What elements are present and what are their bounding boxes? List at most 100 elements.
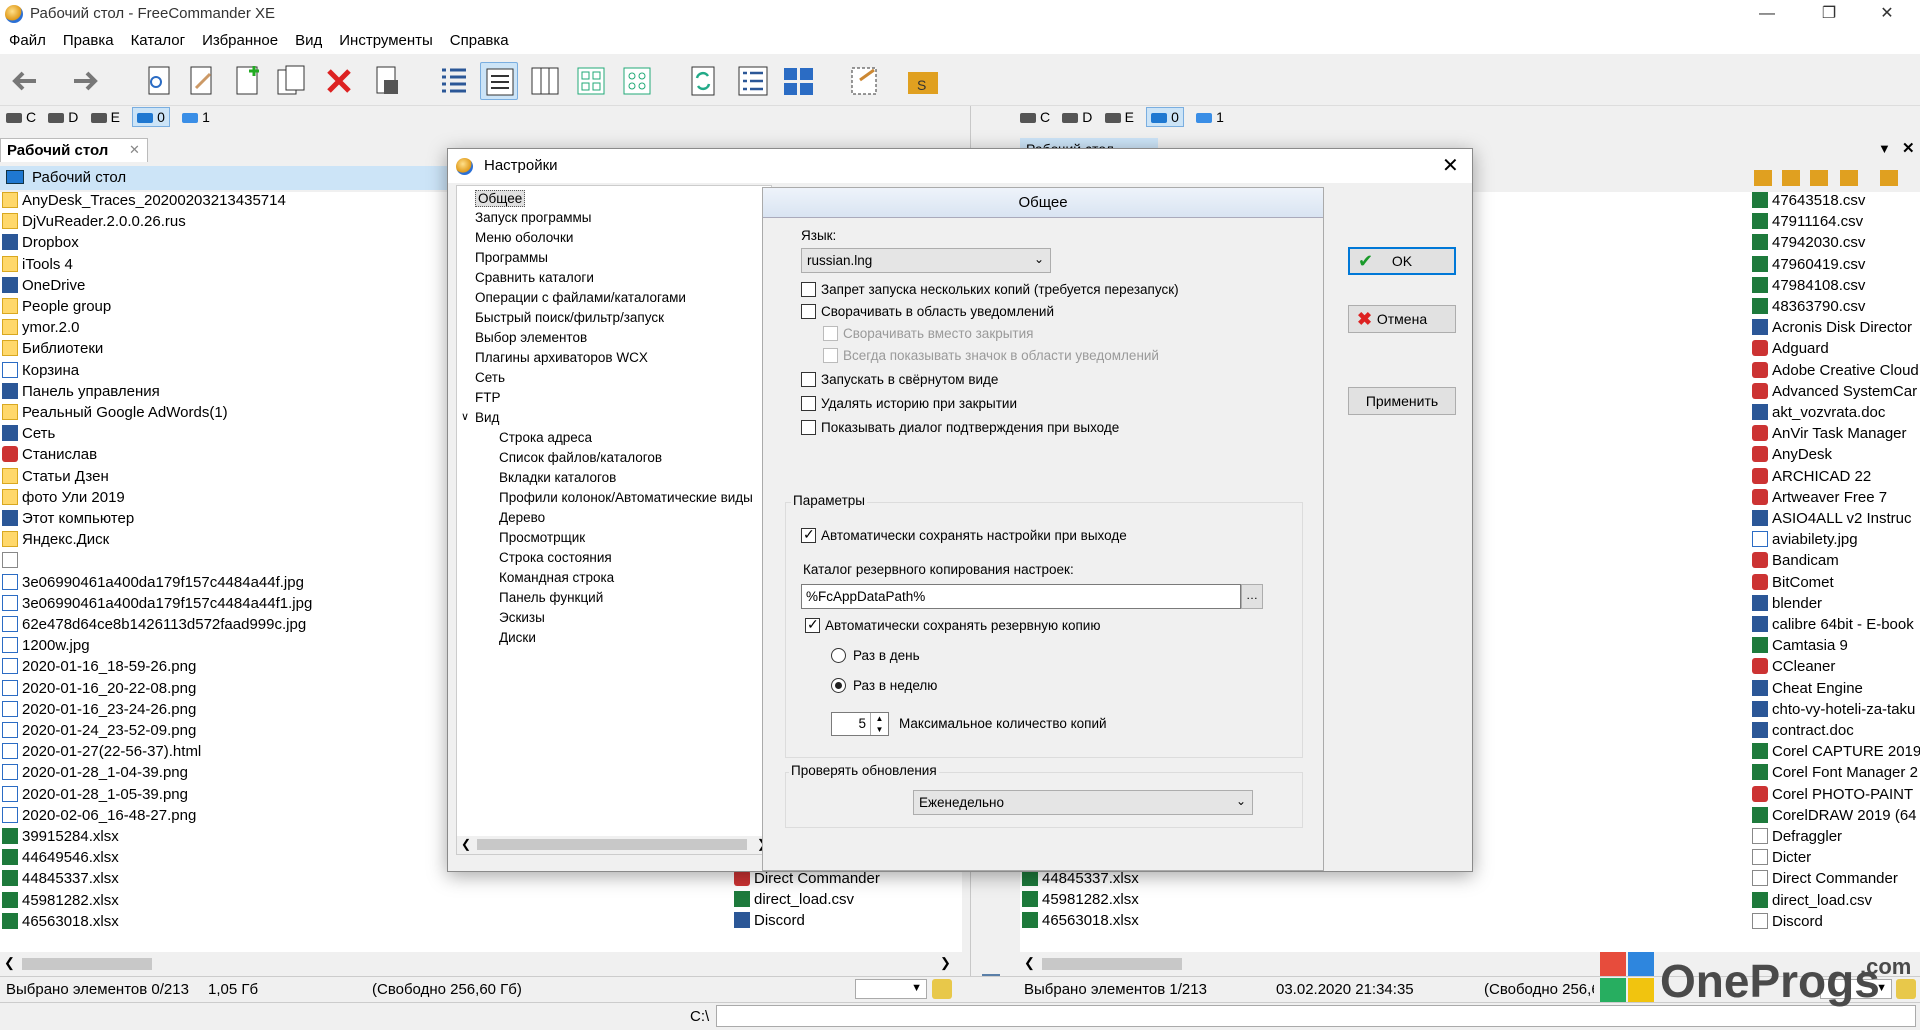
- file-item[interactable]: 44845337.xlsx: [1022, 870, 1222, 891]
- file-item[interactable]: 62e478d64ce8b1426113d572faad999c.jpg: [2, 616, 332, 637]
- backup-dir-input[interactable]: %FcAppDataPath%: [801, 584, 1241, 609]
- expand-chevron-icon[interactable]: ∨: [461, 410, 469, 423]
- option-checkbox[interactable]: [801, 396, 816, 411]
- file-item[interactable]: Direct Commander: [734, 870, 954, 891]
- file-item[interactable]: ASIO4ALL v2 Instruc: [1752, 510, 1920, 531]
- file-item[interactable]: Corel CAPTURE 2019: [1752, 743, 1920, 764]
- file-item[interactable]: ymor.2.0: [2, 319, 332, 340]
- option-checkbox[interactable]: [801, 420, 816, 435]
- file-item[interactable]: Панель управления: [2, 382, 332, 404]
- file-item[interactable]: Bandicam: [1752, 552, 1920, 573]
- menu-tools[interactable]: Инструменты: [330, 28, 441, 49]
- file-item[interactable]: DjVuReader.2.0.0.26.rus: [2, 213, 332, 234]
- file-item[interactable]: 1200w.jpg: [2, 637, 332, 658]
- file-item[interactable]: CCleaner: [1752, 658, 1920, 679]
- file-item[interactable]: akt_vozvrata.doc: [1752, 404, 1920, 425]
- file-item[interactable]: AnyDesk: [1752, 446, 1920, 467]
- thumbnails-view-icon[interactable]: [572, 62, 610, 100]
- apply-button[interactable]: Применить: [1348, 387, 1456, 415]
- file-item[interactable]: People group: [2, 298, 332, 319]
- file-item[interactable]: 3e06990461a400da179f157c4484a44f1.jpg: [2, 594, 332, 616]
- file-item[interactable]: 48363790.csv: [1752, 298, 1920, 319]
- file-item[interactable]: ARCHICAD 22: [1752, 467, 1920, 489]
- tree-node[interactable]: Сеть: [475, 370, 505, 385]
- file-item[interactable]: 44845337.xlsx: [2, 870, 332, 891]
- file-item[interactable]: 45981282.xlsx: [2, 891, 332, 913]
- radio-daily[interactable]: [831, 648, 846, 663]
- dialog-close-icon[interactable]: ✕: [1442, 153, 1459, 178]
- drive-desktop-right[interactable]: 0: [1146, 107, 1184, 127]
- drive-network-right[interactable]: 1: [1196, 106, 1224, 125]
- delete-icon[interactable]: [320, 62, 358, 100]
- command-input[interactable]: [716, 1005, 1916, 1027]
- file-item[interactable]: calibre 64bit - E-book: [1752, 616, 1920, 637]
- file-item[interactable]: 2020-01-27(22-56-37).html: [2, 743, 332, 764]
- edit-file-icon[interactable]: [182, 62, 220, 100]
- tree-node[interactable]: Программы: [475, 250, 548, 265]
- file-item[interactable]: Станислав: [2, 446, 332, 467]
- tree-node[interactable]: Операции с файлами/каталогами: [475, 290, 686, 305]
- tree-node[interactable]: Выбор элементов: [475, 330, 587, 345]
- file-item[interactable]: blender: [1752, 594, 1920, 616]
- folder-copy-icon[interactable]: [1880, 170, 1898, 186]
- left-filter-combo[interactable]: ▼: [855, 979, 927, 999]
- file-item[interactable]: Corel PHOTO-PAINT: [1752, 785, 1920, 807]
- file-item[interactable]: Discord: [734, 912, 954, 933]
- file-item[interactable]: 47643518.csv: [1752, 192, 1920, 213]
- file-item[interactable]: chto-vy-hoteli-za-taku: [1752, 700, 1920, 722]
- tree-node[interactable]: Строка адреса: [499, 430, 592, 445]
- details-view-icon[interactable]: [434, 62, 472, 100]
- history-icon[interactable]: [1754, 170, 1772, 186]
- option-checkbox[interactable]: [801, 304, 816, 319]
- file-item[interactable]: 2020-02-06_16-48-27.png: [2, 806, 332, 828]
- file-item[interactable]: 45981282.xlsx: [1022, 891, 1222, 912]
- drive-c[interactable]: C: [6, 106, 36, 125]
- file-item[interactable]: BitComet: [1752, 573, 1920, 595]
- autosave-checkbox[interactable]: [801, 526, 816, 543]
- cancel-button[interactable]: ✖ Отмена: [1348, 305, 1456, 333]
- menu-file[interactable]: Файл: [0, 28, 54, 49]
- menu-edit[interactable]: Правка: [54, 28, 122, 49]
- file-item[interactable]: Adobe Creative Cloud: [1752, 361, 1920, 383]
- file-item[interactable]: 46563018.xlsx: [1022, 912, 1222, 933]
- file-item[interactable]: Defraggler: [1752, 828, 1920, 849]
- drive-network[interactable]: 1: [182, 106, 210, 125]
- file-item[interactable]: aviabilety.jpg: [1752, 531, 1920, 552]
- drive-desktop[interactable]: 0: [132, 107, 170, 127]
- file-item[interactable]: 46563018.xlsx: [2, 912, 332, 934]
- file-item[interactable]: Discord: [1752, 912, 1920, 934]
- parent-folder-icon[interactable]: [1810, 170, 1828, 186]
- file-item[interactable]: Реальный Google AdWords(1): [2, 404, 332, 425]
- file-item[interactable]: contract.doc: [1752, 722, 1920, 743]
- file-item[interactable]: Dicter: [1752, 849, 1920, 870]
- menu-view[interactable]: Вид: [286, 28, 330, 49]
- file-item[interactable]: 2020-01-28_1-04-39.png: [2, 764, 332, 785]
- file-item[interactable]: OneDrive: [2, 276, 332, 298]
- file-item[interactable]: 47911164.csv: [1752, 213, 1920, 234]
- tree-node[interactable]: Плагины архиваторов WCX: [475, 350, 648, 365]
- tree-node[interactable]: Вид: [475, 410, 499, 425]
- file-item[interactable]: CorelDRAW 2019 (64: [1752, 806, 1920, 828]
- language-select[interactable]: russian.lng ⌄: [801, 248, 1051, 273]
- file-item[interactable]: Яндекс.Диск: [2, 531, 332, 552]
- close-tab-right-icon[interactable]: ✕: [1902, 139, 1915, 157]
- file-item[interactable]: Acronis Disk Director: [1752, 319, 1920, 340]
- file-item[interactable]: Artweaver Free 7: [1752, 488, 1920, 510]
- file-item[interactable]: 39915284.xlsx: [2, 828, 332, 849]
- file-item[interactable]: Adguard: [1752, 340, 1920, 361]
- drive-d[interactable]: D: [48, 106, 78, 125]
- tree-hscrollbar[interactable]: ❮ ❯: [457, 836, 771, 854]
- menu-favorites[interactable]: Избранное: [193, 28, 286, 49]
- file-item[interactable]: AnVir Task Manager: [1752, 425, 1920, 446]
- file-item[interactable]: Advanced SystemCar: [1752, 382, 1920, 404]
- tree-node[interactable]: Список файлов/каталогов: [499, 450, 662, 465]
- file-item[interactable]: 2020-01-24_23-52-09.png: [2, 722, 332, 743]
- tree-node[interactable]: Меню оболочки: [475, 230, 573, 245]
- view-file-icon[interactable]: [140, 62, 178, 100]
- file-item[interactable]: Camtasia 9: [1752, 637, 1920, 658]
- file-item[interactable]: [2, 552, 332, 573]
- tab-dropdown-icon[interactable]: ▼: [1878, 141, 1891, 156]
- autobackup-checkbox[interactable]: [805, 616, 820, 633]
- tree-node[interactable]: Диски: [499, 630, 536, 645]
- tree-node[interactable]: Строка состояния: [499, 550, 612, 565]
